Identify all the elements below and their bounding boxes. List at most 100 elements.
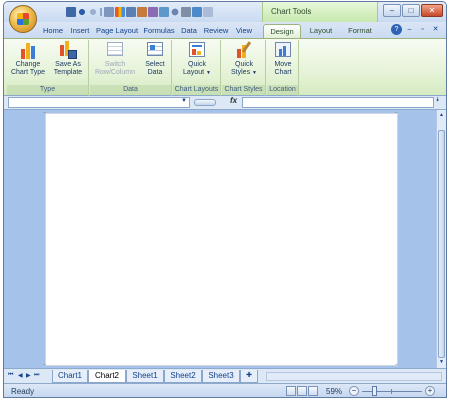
resize-handle[interactable]: ∙∙∙ [395,362,400,368]
change-chart-type-button[interactable]: Change Chart Type [9,41,47,77]
resize-handle[interactable]: ∙∙∙ [43,362,48,368]
zoom-slider-center-mark [391,389,392,394]
save-as-template-icon [59,41,77,59]
help-icon[interactable]: ? [391,24,402,35]
ribbon-design: Change Chart Type Save As Template Type [4,38,446,96]
quick-styles-line2-text: Styles [231,69,251,76]
normal-view-icon[interactable] [286,386,296,396]
resize-handle[interactable]: ∙∙∙ [43,110,48,116]
zoom-in-button[interactable]: + [425,386,435,396]
sheet-tab-sheet1[interactable]: Sheet1 [126,370,164,383]
formula-bar-splitter[interactable] [194,99,216,106]
quick-layout-line1: Quick [188,61,206,68]
page-break-view-icon[interactable] [308,386,318,396]
quick-styles-button[interactable]: Quick Styles ▼ [224,41,264,77]
vertical-scrollbar[interactable]: ▲ ▼ [436,110,446,368]
circle-icon[interactable] [170,7,180,17]
next-sheet-icon[interactable]: ▶ [26,372,31,379]
last-sheet-icon[interactable]: ⏭ [34,372,39,379]
group-location: Move Chart Location [267,40,299,96]
first-sheet-icon[interactable]: ⏮ [8,372,13,379]
tab-layout[interactable]: Layout [304,24,338,38]
change-chart-type-line1: Change [15,61,41,68]
chart-area[interactable]: ∙∙∙ ∙∙∙ ∙∙∙ ∙∙∙ [43,110,400,368]
select-data-button[interactable]: Select Data [140,41,170,77]
tab-data[interactable]: Data [178,24,200,38]
expand-formula-bar-icon[interactable]: ⯯ [436,97,444,108]
quick-layout-line2: Layout ▼ [176,69,218,77]
horizontal-scrollbar[interactable] [266,372,442,381]
zoom-percentage[interactable]: 59% [326,387,342,396]
shapes-icon[interactable] [159,7,169,17]
table-icon[interactable] [126,7,136,17]
redo-icon[interactable] [88,7,98,17]
workbook-close-button[interactable]: ✕ [430,24,441,35]
scroll-up-icon[interactable]: ▲ [437,111,446,120]
workbook-restore-button[interactable]: ▫ [417,24,428,35]
close-button[interactable]: ✕ [421,4,443,17]
scrollbar-thumb[interactable] [438,130,445,358]
change-chart-type-line2: Chart Type [10,69,46,76]
chart-tools-context-header: Chart Tools [262,2,378,22]
group-chart-layouts-label: Chart Layouts [173,85,220,95]
chart-icon[interactable] [115,7,125,17]
save-as-template-button[interactable]: Save As Template [49,41,87,77]
formula-input[interactable] [242,97,434,108]
sheet-tab-sheet3[interactable]: Sheet3 [202,370,240,383]
workbook-controls: ? – ▫ ✕ [391,24,441,35]
group-chart-styles: Quick Styles ▼ Chart Styles [222,40,266,96]
resize-handle[interactable]: ∙∙∙ [395,110,400,116]
quick-layout-button[interactable]: Quick Layout ▼ [176,41,218,77]
group-data: Switch Row/Column Select Data Data [90,40,172,96]
edit-icon[interactable] [137,7,147,17]
select-data-line2: Data [147,69,163,76]
move-chart-line2: Chart [274,69,292,76]
save-icon[interactable] [66,7,76,17]
view-buttons [286,386,318,396]
tab-formulas[interactable]: Formulas [141,24,177,38]
tab-format[interactable]: Format [343,24,377,38]
tools-icon[interactable] [181,7,191,17]
scroll-down-icon[interactable]: ▼ [437,358,446,367]
customize-qat-icon[interactable] [203,7,213,17]
tab-view[interactable]: View [232,24,256,38]
name-box[interactable]: ▼ [8,97,190,108]
switch-row-column-button[interactable]: Switch Row/Column [92,41,138,77]
excel-window: Chart Tools – □ ✕ Home Insert Page Layou… [3,1,447,398]
workbook-minimize-button[interactable]: – [404,24,415,35]
minimize-button[interactable]: – [383,4,401,17]
chevron-down-icon: ▼ [252,70,257,76]
paste-icon[interactable] [148,7,158,17]
sheet-tab-sheet2[interactable]: Sheet2 [164,370,202,383]
zoom-slider-track[interactable] [362,391,422,392]
chevron-down-icon: ▼ [206,70,211,76]
zoom-out-button[interactable]: − [349,386,359,396]
status-bar: Ready 59% − + [4,383,446,397]
sheet-tab-chart2[interactable]: Chart2 [88,370,126,383]
insert-sheet-icon[interactable]: ✚ [240,370,258,383]
quick-layout-icon [188,41,206,59]
tab-insert[interactable]: Insert [67,24,93,38]
ribbon-tab-strip: Home Insert Page Layout Formulas Data Re… [4,22,446,38]
undo-icon[interactable] [77,7,87,17]
chevron-down-icon[interactable]: ▼ [181,98,187,104]
group-chart-styles-label: Chart Styles [222,85,265,95]
sheet-tab-chart1[interactable]: Chart1 [52,370,88,383]
zoom-slider-thumb[interactable] [372,386,377,396]
tab-page-layout[interactable]: Page Layout [94,24,140,38]
tab-review[interactable]: Review [201,24,231,38]
insert-function-icon[interactable]: fx [230,96,237,105]
page-layout-view-icon[interactable] [297,386,307,396]
window-controls: – □ ✕ [383,4,443,17]
move-chart-button[interactable]: Move Chart [268,41,298,77]
arrange-icon[interactable] [192,7,202,17]
formula-bar: ▼ fx ⯯ [4,96,446,110]
print-preview-icon[interactable] [104,7,114,17]
switch-row-column-line1: Switch [104,61,126,68]
tab-home[interactable]: Home [40,24,66,38]
office-button[interactable] [9,5,37,33]
tab-design[interactable]: Design [263,24,301,38]
prev-sheet-icon[interactable]: ◀ [18,372,23,379]
quick-layout-line2-text: Layout [183,69,205,76]
maximize-button[interactable]: □ [402,4,420,17]
